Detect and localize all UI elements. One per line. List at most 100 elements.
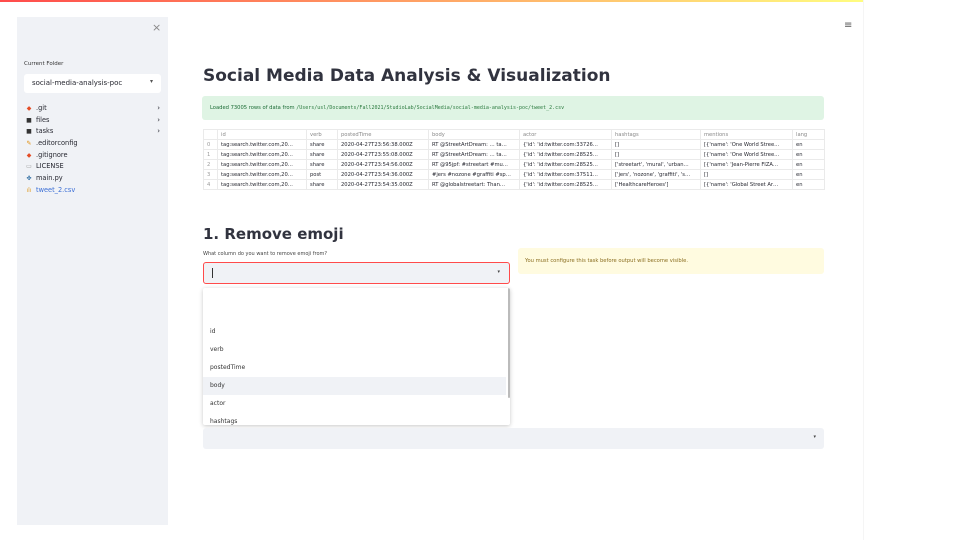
table-cell: RT @StreetArtDream: … ta… — [428, 149, 520, 160]
column-header[interactable]: verb — [306, 129, 338, 140]
column-header[interactable]: postedTime — [337, 129, 429, 140]
dropdown-scrollbar[interactable] — [508, 288, 510, 398]
chevron-right-icon: › — [157, 115, 160, 124]
folder-icon: ■ — [26, 116, 32, 124]
file-tree: ◆ .git › ■ files › ■ tasks › ✎ .editorconfig ◆ .giti… — [25, 103, 162, 197]
sidebar-item-label: main.py — [36, 174, 63, 183]
sidebar-item-license[interactable]: ▭ LICENSE — [25, 161, 162, 173]
table-cell: [] — [611, 149, 701, 160]
table-cell: tag:search.twitter.com,20… — [217, 139, 307, 150]
sidebar-item-files[interactable]: ■ files › — [25, 115, 162, 127]
table-cell: [{'name': 'Jean-Pierre FIZA… — [700, 159, 793, 170]
table-cell: 2020-04-27T23:54:56.000Z — [337, 159, 429, 170]
column-header[interactable] — [203, 129, 218, 140]
table-cell: ['jers', 'nozone', 'graffiti', 's… — [611, 169, 701, 180]
current-folder-label: Current Folder — [24, 61, 64, 67]
sidebar-item-label: .git — [36, 104, 47, 112]
table-cell: 2020-04-27T23:54:35.000Z — [337, 179, 429, 190]
table-cell: RT @StreetArtDream: … ta… — [428, 139, 520, 150]
table-row: 1 tag:search.twitter.com,20… share 2020-04-… — [203, 149, 825, 160]
table-cell: share — [306, 159, 338, 170]
table-cell: [{'name': 'One World Stree… — [700, 149, 793, 160]
viewport-edge — [863, 0, 864, 540]
table-cell: share — [306, 139, 338, 150]
table-cell: RT @globalstreetart: Than… — [428, 179, 520, 190]
dropdown-option[interactable]: actor — [203, 395, 506, 413]
git-icon: ◆ — [26, 105, 32, 112]
warning-message: You must configure this task before outp… — [525, 258, 688, 264]
table-cell: post — [306, 169, 338, 180]
sidebar-item-tweet-2-csv[interactable]: ılı tweet_2.csv — [25, 185, 162, 197]
table-cell: tag:search.twitter.com,20… — [217, 179, 307, 190]
dropdown-option[interactable]: id — [203, 323, 506, 341]
sidebar-item-label: LICENSE — [36, 162, 64, 171]
table-cell: RT @95jpf: #streetart #mu… — [428, 159, 520, 170]
dropdown-option[interactable]: postedTime — [203, 359, 506, 377]
hamburger-menu-icon[interactable]: ≡ — [844, 20, 852, 31]
sidebar-item-label: .gitignore — [36, 150, 68, 159]
sidebar-item-label: .editorconfig — [36, 139, 78, 148]
sidebar-item-editorconfig[interactable]: ✎ .editorconfig — [25, 138, 162, 150]
table-cell: [{'name': 'One World Stree… — [700, 139, 793, 150]
secondary-select[interactable]: ▾ — [203, 428, 824, 449]
table-row: 3 tag:search.twitter.com,20… post 2020-04-2… — [203, 169, 825, 180]
column-header[interactable]: actor — [519, 129, 612, 140]
sidebar-item-main-py[interactable]: ✤ main.py — [25, 173, 162, 185]
table-cell: [] — [700, 169, 793, 180]
dropdown-option[interactable] — [203, 305, 506, 323]
table-cell: tag:search.twitter.com,20… — [217, 159, 307, 170]
table-body: 0 tag:search.twitter.com,20… share 2020-04-… — [203, 139, 825, 190]
column-select[interactable]: ▾ — [203, 262, 510, 284]
current-folder-value: social-media-analysis-poc — [32, 79, 123, 87]
current-folder-select[interactable]: social-media-analysis-poc ▾ — [24, 74, 161, 93]
sidebar-item-git[interactable]: ◆ .git › — [25, 103, 162, 115]
table-row: 2 tag:search.twitter.com,20… share 2020-04-… — [203, 159, 825, 170]
column-dropdown-menu[interactable]: idverbpostedTimebodyactorhashtagsmention… — [203, 288, 510, 425]
table-cell: en — [792, 149, 825, 160]
dropdown-option[interactable]: body — [203, 377, 506, 395]
table-cell: ['HealthcareHeroes'] — [611, 179, 701, 190]
sidebar-item-label: tweet_2.csv — [36, 185, 76, 194]
folder-icon: ■ — [26, 128, 32, 136]
column-header[interactable]: mentions — [700, 129, 793, 140]
row-index: 4 — [203, 179, 218, 190]
column-header[interactable]: lang — [792, 129, 825, 140]
csv-chart-icon: ılı — [26, 186, 32, 194]
table-cell: 2020-04-27T23:54:36.000Z — [337, 169, 429, 180]
chevron-right-icon: › — [157, 104, 160, 112]
chevron-down-icon: ▾ — [497, 269, 500, 275]
table-cell: {'id': 'id:twitter.com:28525… — [519, 149, 612, 160]
table-cell: [{'name': 'Global Street Ar… — [700, 179, 793, 190]
table-cell: en — [792, 169, 825, 180]
success-alert: Loaded 73005 rows of data from /Users/us… — [202, 96, 824, 120]
sidebar-item-label: tasks — [36, 127, 54, 136]
table-cell: tag:search.twitter.com,20… — [217, 149, 307, 160]
success-message: Loaded 73005 rows of data from — [210, 105, 297, 111]
sidebar-item-tasks[interactable]: ■ tasks › — [25, 126, 162, 138]
dropdown-option[interactable]: verb — [203, 341, 506, 359]
table-cell: [] — [611, 139, 701, 150]
sidebar: × Current Folder social-media-analysis-p… — [17, 17, 168, 525]
close-sidebar-icon[interactable]: × — [152, 21, 161, 34]
python-icon: ✤ — [26, 175, 32, 183]
column-header[interactable]: body — [428, 129, 520, 140]
row-index: 3 — [203, 169, 218, 180]
text-cursor — [212, 268, 213, 278]
table-cell: en — [792, 159, 825, 170]
column-header[interactable]: id — [217, 129, 307, 140]
dataframe-table: id verb postedTime body actor hashtags mention… — [203, 129, 825, 190]
git-icon: ◆ — [26, 151, 32, 159]
sidebar-item-gitignore[interactable]: ◆ .gitignore — [25, 150, 162, 162]
chevron-right-icon: › — [157, 127, 160, 136]
table-cell: {'id': 'id:twitter.com:37511… — [519, 169, 612, 180]
dropdown-options: idverbpostedTimebodyactorhashtagsmention… — [203, 305, 506, 425]
column-header[interactable]: hashtags — [611, 129, 701, 140]
table-cell: en — [792, 139, 825, 150]
app-root: × Current Folder social-media-analysis-p… — [0, 0, 960, 540]
row-index: 1 — [203, 149, 218, 160]
column-select-label: What column do you want to remove emoji … — [203, 251, 328, 257]
table-cell: share — [306, 149, 338, 160]
dropdown-option[interactable]: hashtags — [203, 413, 506, 425]
table-cell: {'id': 'id:twitter.com:33726… — [519, 139, 612, 150]
table-cell: en — [792, 179, 825, 190]
